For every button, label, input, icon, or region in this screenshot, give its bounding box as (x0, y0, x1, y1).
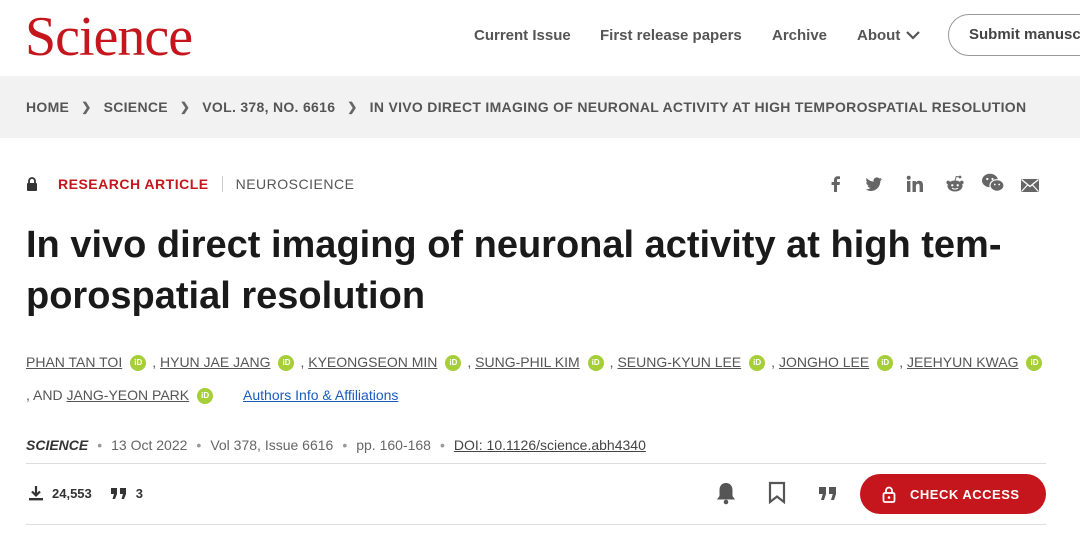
author-link[interactable]: SUNG-PHIL KIM (475, 354, 580, 370)
nav-about-label: About (857, 26, 901, 44)
nav-archive[interactable]: Archive (772, 27, 827, 44)
author-link[interactable]: JANG-YEON PARK (66, 387, 189, 403)
authors-and: , AND (26, 387, 63, 403)
breadcrumb: HOME ❯ SCIENCE ❯ VOL. 378, NO. 6616 ❯ IN… (26, 99, 1026, 115)
author-link[interactable]: SEUNG-KYUN LEE (617, 354, 741, 370)
citation-line: SCIENCE • 13 Oct 2022 • Vol 378, Issue 6… (26, 437, 646, 453)
doi-link[interactable]: DOI: 10.1126/science.abh4340 (454, 437, 646, 453)
title-line-2: porospatial resolution (26, 275, 426, 317)
science-logo[interactable]: Science (25, 7, 193, 67)
breadcrumb-science[interactable]: SCIENCE (104, 99, 168, 115)
article-meta: RESEARCH ARTICLE NEUROSCIENCE (26, 176, 354, 192)
article-title: In vivo direct imaging of neuronal activ… (26, 220, 1046, 322)
citation-count: 3 (135, 485, 143, 501)
check-access-label: CHECK ACCESS (910, 486, 1020, 502)
email-icon[interactable] (1020, 175, 1040, 195)
orcid-icon[interactable]: iD (445, 355, 462, 372)
orcid-icon[interactable]: iD (749, 355, 766, 372)
twitter-icon[interactable] (864, 174, 884, 194)
check-access-button[interactable]: CHECK ACCESS (860, 474, 1046, 514)
volume-issue[interactable]: Vol 378, Issue 6616 (210, 437, 333, 453)
author-link[interactable]: JONGHO LEE (779, 354, 869, 370)
breadcrumb-current: IN VIVO DIRECT IMAGING OF NEURONAL ACTIV… (369, 99, 1027, 115)
orcid-icon[interactable]: iD (587, 355, 604, 372)
author-link[interactable]: JEEHYUN KWAG (907, 354, 1019, 370)
separator-dot: • (439, 437, 445, 453)
chevron-down-icon (906, 31, 921, 40)
author-link[interactable]: KYEONGSEON MIN (308, 354, 437, 370)
chevron-right-icon: ❯ (81, 100, 92, 114)
author-link[interactable]: PHAN TAN TOI (26, 354, 122, 370)
article-metrics: 24,553 3 (28, 485, 143, 501)
site-header: Science Current Issue First release pape… (0, 0, 1080, 76)
article-type: RESEARCH ARTICLE (58, 176, 209, 192)
chevron-right-icon: ❯ (179, 100, 191, 114)
author-list: PHAN TAN TOI iD, HYUN JAE JANG iD, KYEONGS… (26, 346, 1056, 412)
page-range: pp. 160-168 (356, 437, 431, 453)
quote-icon (110, 488, 126, 499)
article-subject[interactable]: NEUROSCIENCE (236, 176, 355, 192)
lock-icon (882, 486, 896, 503)
cite-button[interactable] (815, 480, 841, 506)
title-line-1: In vivo direct imaging of neuronal activ… (26, 224, 1002, 266)
orcid-icon[interactable]: iD (278, 355, 295, 372)
nav-about[interactable]: About (857, 26, 921, 44)
bell-icon (717, 483, 735, 505)
divider (26, 524, 1046, 525)
chevron-right-icon: ❯ (347, 100, 358, 114)
submit-manuscript-button[interactable]: Submit manusc (948, 14, 1080, 56)
download-icon (29, 486, 43, 501)
cite-icon (819, 487, 836, 500)
breadcrumb-volume[interactable]: VOL. 378, NO. 6616 (202, 99, 335, 115)
lock-icon (27, 177, 37, 191)
orcid-icon[interactable]: iD (197, 388, 214, 405)
divider (26, 463, 1046, 464)
authors-affiliations-link[interactable]: Authors Info & Affiliations (243, 387, 398, 403)
nav-current-issue[interactable]: Current Issue (474, 27, 571, 44)
separator-dot: • (342, 437, 348, 453)
orcid-icon[interactable]: iD (130, 355, 147, 372)
wechat-icon[interactable] (981, 172, 1005, 194)
author-link[interactable]: HYUN JAE JANG (160, 354, 270, 370)
bookmark-button[interactable] (764, 480, 790, 506)
linkedin-icon[interactable] (905, 174, 925, 194)
separator-dot: • (196, 437, 202, 453)
orcid-icon[interactable]: iD (877, 355, 894, 372)
alert-button[interactable] (713, 480, 739, 506)
orcid-icon[interactable]: iD (1026, 355, 1043, 372)
separator-dot: • (97, 437, 103, 453)
facebook-icon[interactable] (826, 174, 846, 194)
breadcrumb-home[interactable]: HOME (26, 99, 69, 115)
reddit-icon[interactable] (945, 174, 965, 194)
publication-date: 13 Oct 2022 (111, 437, 188, 453)
download-count: 24,553 (52, 485, 92, 501)
nav-first-release[interactable]: First release papers (600, 27, 742, 44)
divider (221, 176, 223, 192)
bookmark-icon (768, 481, 786, 505)
journal-name: SCIENCE (26, 437, 89, 453)
